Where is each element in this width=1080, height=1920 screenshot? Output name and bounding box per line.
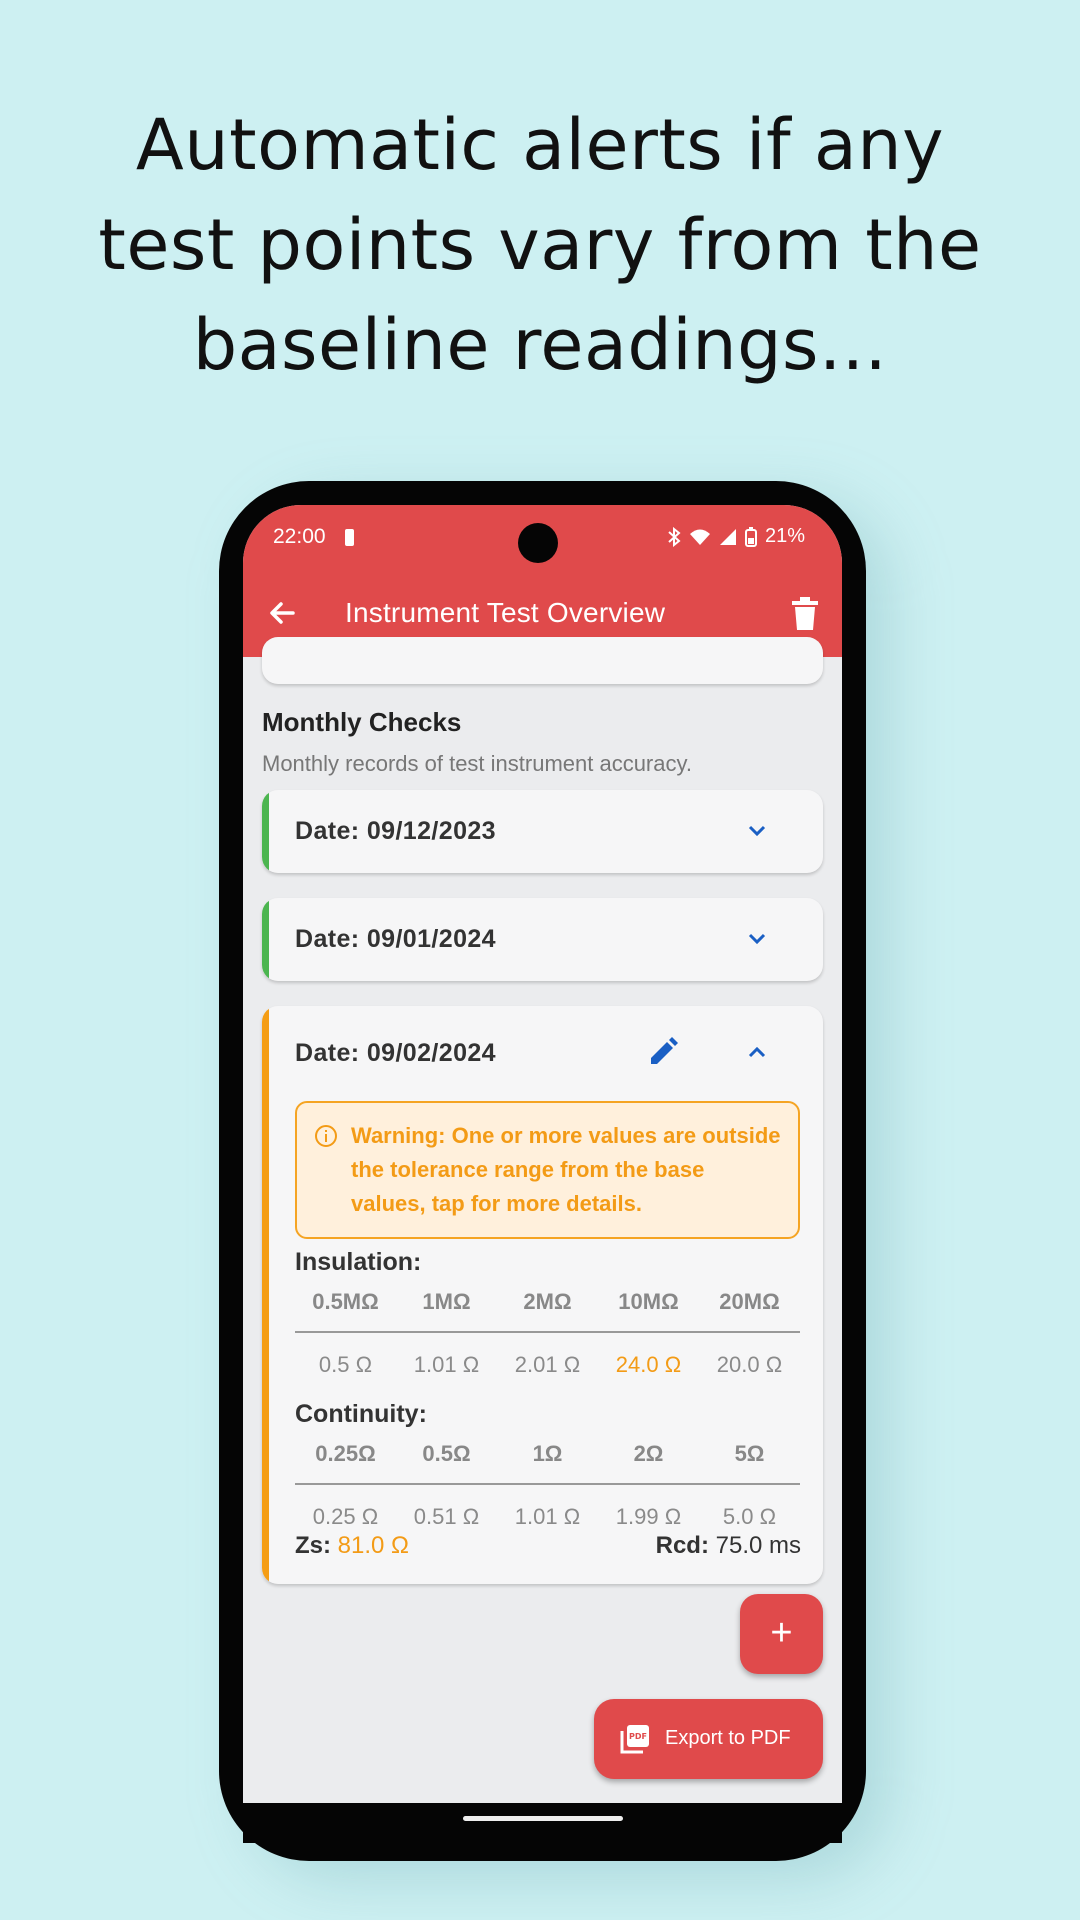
check-card-expanded[interactable]: Date: 09/02/2024 Warning: One or more va… [262,1006,823,1584]
value-cell: 20.0 Ω [716,1352,783,1377]
svg-text:PDF: PDF [629,1732,647,1741]
continuity-label: Continuity: [295,1400,427,1428]
card-date: Date: 09/12/2023 [295,817,496,845]
add-button[interactable]: + [740,1594,823,1674]
chevron-up-icon[interactable] [743,1038,771,1066]
zs-label: Zs: [295,1532,331,1559]
app-header: 22:00 21% Instrument Test Overview [243,505,842,657]
warning-text: Warning: One or more values are outside … [351,1123,781,1216]
signal-icon [719,528,736,545]
header-cell: 5Ω [734,1441,765,1466]
card-date: Date: 09/02/2024 [295,1039,496,1067]
zs-value: 81.0 Ω [337,1532,409,1559]
insulation-header-row: 0.5MΩ 1MΩ 2MΩ 10MΩ 20MΩ [295,1289,800,1315]
wifi-icon [689,529,710,545]
rcd-value: 75.0 ms [715,1532,801,1559]
navigation-bar [243,1803,842,1843]
value-cell: 0.25 Ω [312,1504,379,1529]
page-title: Instrument Test Overview [345,597,666,628]
chevron-down-icon[interactable] [743,817,771,845]
export-pdf-button[interactable]: PDF Export to PDF [594,1699,823,1779]
gesture-handle[interactable] [463,1816,623,1821]
edit-pencil-icon[interactable] [647,1036,679,1068]
rcd-reading: Rcd: 75.0 ms [656,1532,801,1560]
header-cell: 2Ω [633,1441,664,1466]
insulation-value-row: 0.5 Ω 1.01 Ω 2.01 Ω 24.0 Ω 20.0 Ω [295,1352,800,1378]
header-cell: 0.5MΩ [312,1289,379,1314]
camera-cutout [518,523,558,563]
headline: Automatic alerts if any test points vary… [98,104,982,386]
info-icon [315,1125,337,1147]
battery-saver-icon [345,529,354,546]
phone-screen: 22:00 21% Instrument Test Overview Month… [243,505,842,1803]
insulation-label: Insulation: [295,1248,422,1276]
check-card[interactable]: Date: 09/12/2023 [262,790,823,873]
chevron-down-icon[interactable] [743,925,771,953]
header-cell: 0.5Ω [422,1441,471,1466]
bluetooth-icon [668,526,681,547]
status-icons: 21% [667,525,805,548]
header-cell: 1Ω [532,1441,563,1466]
value-cell: 0.51 Ω [413,1504,480,1529]
header-cell: 20MΩ [719,1289,780,1314]
trash-icon[interactable] [788,593,822,633]
continuity-header-row: 0.25Ω 0.5Ω 1Ω 2Ω 5Ω [295,1441,800,1467]
header-cell: 10MΩ [618,1289,679,1314]
warning-banner[interactable]: Warning: One or more values are outside … [295,1101,800,1239]
value-cell: 2.01 Ω [514,1352,581,1377]
section-subtitle: Monthly records of test instrument accur… [262,751,692,776]
value-cell: 5.0 Ω [722,1504,777,1529]
content-scroll[interactable]: Monthly Checks Monthly records of test i… [243,637,842,1803]
header-cell: 2MΩ [523,1289,572,1314]
value-cell: 1.99 Ω [615,1504,682,1529]
divider [295,1331,800,1333]
header-cell: 1MΩ [422,1289,471,1314]
value-cell: 1.01 Ω [514,1504,581,1529]
divider [295,1483,800,1485]
battery-percent: 21% [764,525,805,547]
rcd-label: Rcd: [655,1532,709,1559]
section-title: Monthly Checks [262,707,462,737]
card-date: Date: 09/01/2024 [295,925,496,953]
value-cell-alert: 24.0 Ω [615,1352,682,1377]
status-time: 22:00 [273,525,326,548]
back-arrow-icon[interactable] [263,593,303,633]
header-cell: 0.25Ω [315,1441,376,1466]
value-cell: 0.5 Ω [318,1352,373,1377]
battery-icon [744,526,757,547]
value-cell: 1.01 Ω [413,1352,480,1377]
export-label: Export to PDF [665,1727,791,1749]
check-card[interactable]: Date: 09/01/2024 [262,898,823,981]
pdf-icon: PDF [620,1725,649,1754]
continuity-value-row: 0.25 Ω 0.51 Ω 1.01 Ω 1.99 Ω 5.0 Ω [295,1504,800,1530]
zs-reading: Zs: 81.0 Ω [295,1532,409,1560]
previous-card [262,637,823,684]
